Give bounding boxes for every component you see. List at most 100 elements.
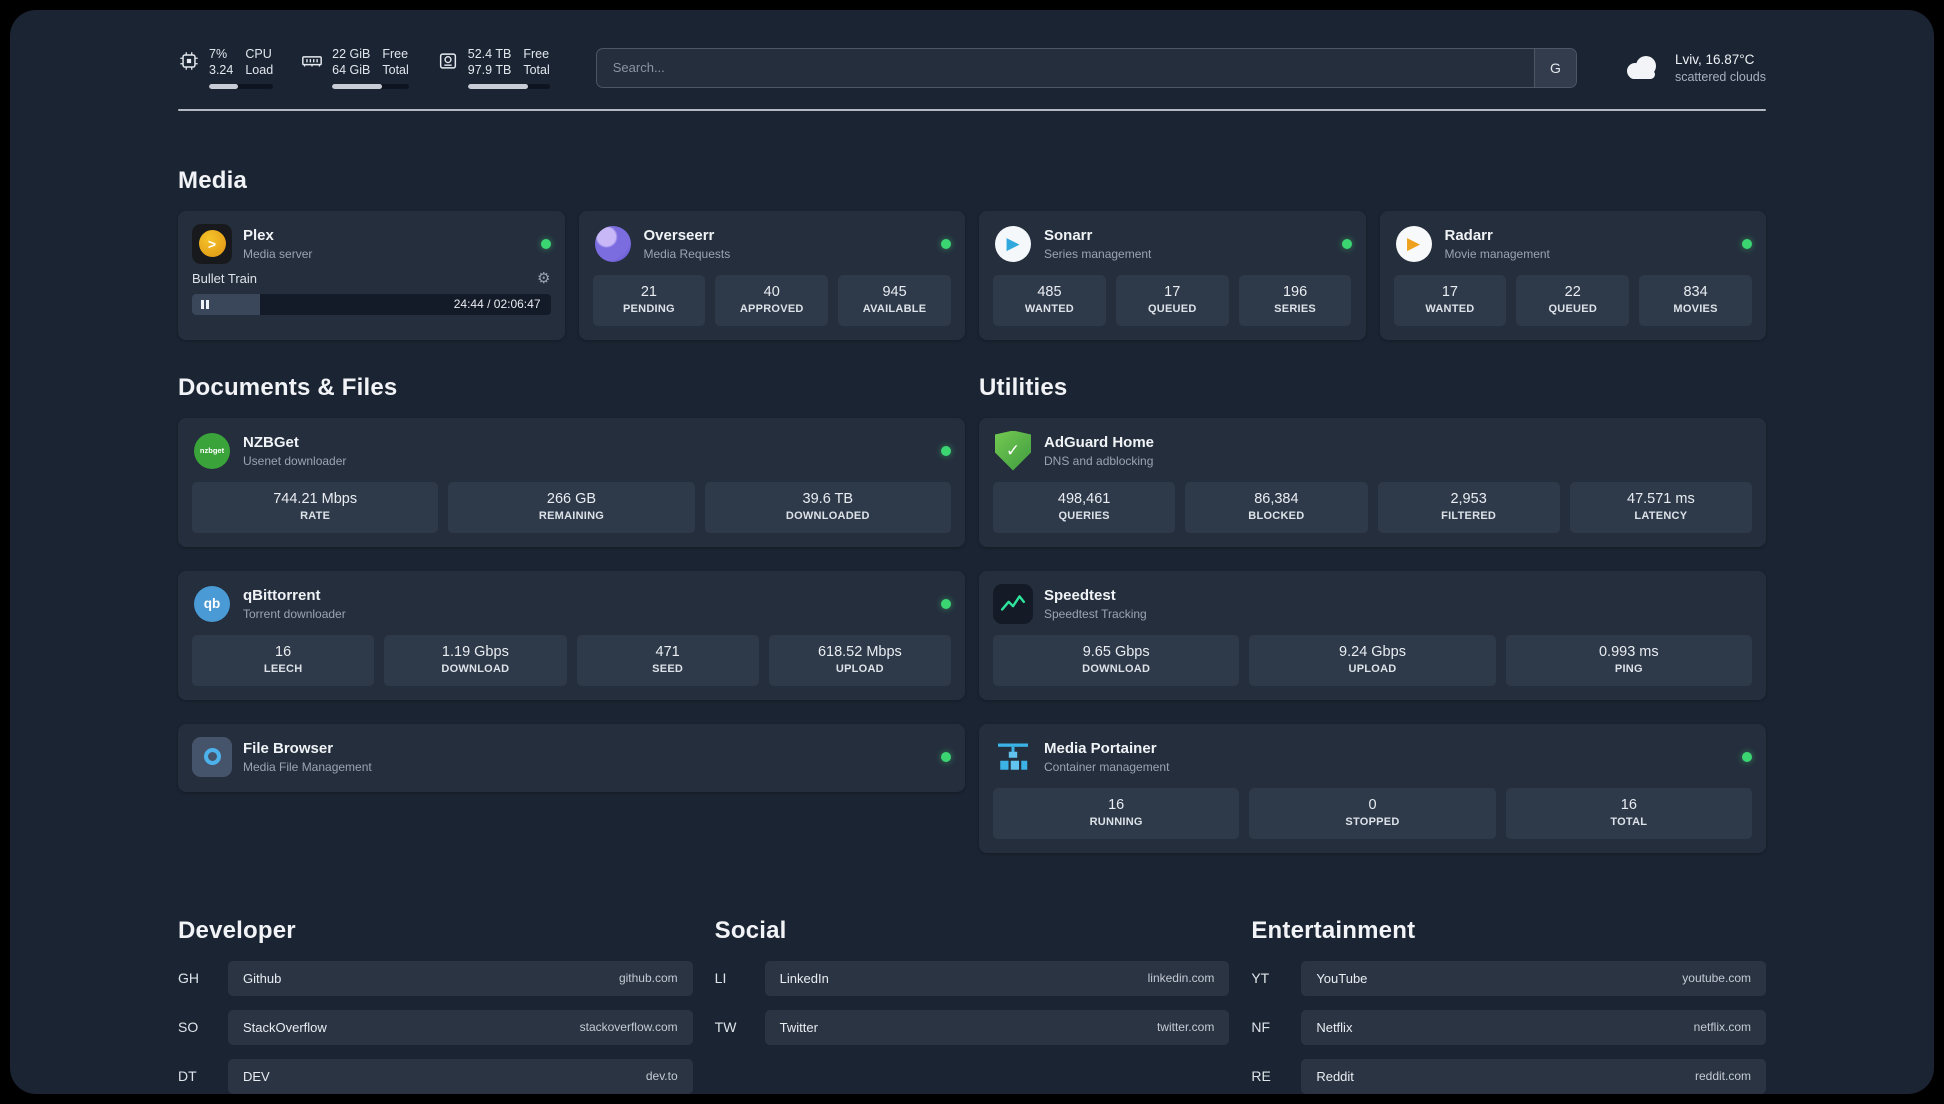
radarr-card[interactable]: ▶ Radarr Movie management 17 WANTED 22 Q… bbox=[1379, 210, 1766, 340]
stat-label: QUEUED bbox=[1147, 302, 1197, 315]
portainer-icon bbox=[993, 737, 1033, 777]
pause-icon[interactable] bbox=[201, 299, 209, 309]
now-playing-title: Bullet Train bbox=[192, 271, 258, 286]
stat-value: 2,953 bbox=[1450, 490, 1487, 507]
stat-tile: 196 SERIES bbox=[1238, 274, 1352, 326]
stat-label: REMAINING bbox=[538, 509, 605, 522]
bookmark-name: Twitter bbox=[779, 1019, 818, 1035]
cpu-widget: 7% 3.24 CPU Load bbox=[178, 46, 274, 89]
stat-label: UPLOAD bbox=[835, 662, 884, 675]
stat-value: 17 bbox=[1164, 283, 1181, 300]
bookmark-url: dev.to bbox=[645, 1069, 678, 1083]
service-subtitle: Torrent downloader bbox=[243, 606, 346, 621]
gear-icon[interactable]: ⚙ bbox=[537, 270, 550, 287]
bookmark-url: github.com bbox=[618, 971, 678, 985]
documents-section: Documents & Files nzbget NZBGet Usenet d… bbox=[178, 374, 965, 853]
service-name: File Browser bbox=[243, 739, 334, 757]
memory-progress-track bbox=[332, 84, 409, 89]
bookmark-dev[interactable]: DT DEV dev.to bbox=[178, 1058, 693, 1094]
portainer-card[interactable]: Media Portainer Container management 16 … bbox=[979, 723, 1766, 853]
stat-value: 16 bbox=[1108, 796, 1125, 813]
disk-total-label: Total bbox=[523, 63, 550, 77]
stat-value: 1.19 Gbps bbox=[441, 643, 509, 660]
stat-label: RUNNING bbox=[1089, 815, 1143, 828]
cpu-icon bbox=[180, 52, 198, 70]
stat-value: 0.993 ms bbox=[1598, 643, 1659, 660]
stat-tile: 744.21 Mbps RATE bbox=[192, 481, 439, 533]
qbittorrent-card[interactable]: qb qBittorrent Torrent downloader 16 LEE… bbox=[178, 570, 965, 700]
stat-tile: 47.571 ms LATENCY bbox=[1569, 481, 1752, 533]
bookmark-name: YouTube bbox=[1316, 970, 1368, 986]
bookmark-github[interactable]: GH Github github.com bbox=[178, 960, 693, 996]
bookmark-linkedin[interactable]: LI LinkedIn linkedin.com bbox=[715, 960, 1230, 996]
filebrowser-card[interactable]: File Browser Media File Management bbox=[178, 723, 965, 792]
bookmark-name: LinkedIn bbox=[779, 970, 829, 986]
bookmark-abbr: GH bbox=[178, 970, 199, 986]
stat-tile: 498,461 QUERIES bbox=[993, 481, 1176, 533]
service-name: NZBGet bbox=[243, 433, 299, 451]
filebrowser-icon bbox=[192, 736, 232, 777]
adguard-card[interactable]: ✓ AdGuard Home DNS and adblocking 498,46… bbox=[979, 417, 1766, 547]
service-name: Speedtest bbox=[1044, 586, 1116, 604]
plex-now-playing-widget: Bullet Train ⚙ 24:44 / 02:06:47 bbox=[192, 270, 551, 315]
bookmark-youtube[interactable]: YT YouTube youtube.com bbox=[1251, 960, 1766, 996]
stat-label: BLOCKED bbox=[1248, 509, 1305, 522]
bookmark-stackoverflow[interactable]: SO StackOverflow stackoverflow.com bbox=[178, 1009, 693, 1045]
stat-tile: 618.52 Mbps UPLOAD bbox=[768, 634, 951, 686]
stat-label: UPLOAD bbox=[1348, 662, 1397, 675]
social-heading: Social bbox=[714, 916, 787, 944]
status-dot bbox=[1742, 238, 1752, 249]
stat-tile: 266 GB REMAINING bbox=[448, 481, 695, 533]
stat-tile: 17 QUEUED bbox=[1115, 274, 1229, 326]
cloud-icon bbox=[1626, 55, 1656, 79]
overseerr-card[interactable]: Overseerr Media Requests 21 PENDING 40 A… bbox=[578, 210, 965, 340]
playback-progress-bar[interactable]: 24:44 / 02:06:47 bbox=[192, 293, 551, 315]
stat-label: PENDING bbox=[622, 302, 675, 315]
status-dot bbox=[941, 238, 951, 249]
sonarr-card[interactable]: ▶ Sonarr Series management 485 WANTED 17… bbox=[979, 210, 1366, 340]
stat-tile: 1.19 Gbps DOWNLOAD bbox=[384, 634, 567, 686]
search-input[interactable] bbox=[596, 48, 1534, 87]
stat-tile: 0 STOPPED bbox=[1249, 787, 1496, 839]
service-subtitle: Media Requests bbox=[643, 246, 731, 261]
cpu-label: CPU bbox=[245, 47, 272, 61]
bookmark-reddit[interactable]: RE Reddit reddit.com bbox=[1251, 1058, 1766, 1094]
stat-value: 834 bbox=[1683, 283, 1708, 300]
search-provider-button[interactable]: G bbox=[1533, 48, 1576, 87]
disk-progress-fill bbox=[467, 84, 529, 89]
cpu-progress-track bbox=[209, 84, 274, 89]
nzbget-card[interactable]: nzbget NZBGet Usenet downloader 744.21 M… bbox=[178, 417, 965, 547]
bookmark-twitter[interactable]: TW Twitter twitter.com bbox=[715, 1009, 1230, 1045]
service-subtitle: Media File Management bbox=[243, 759, 372, 774]
disk-widget: 52.4 TB 97.9 TB Free Total bbox=[437, 46, 550, 89]
stat-label: DOWNLOAD bbox=[1082, 662, 1151, 675]
stat-value: 40 bbox=[763, 283, 780, 300]
bookmark-url: reddit.com bbox=[1694, 1069, 1751, 1083]
memory-total-value: 64 GiB bbox=[332, 63, 371, 77]
status-dot bbox=[941, 751, 951, 762]
stat-label: STOPPED bbox=[1345, 815, 1400, 828]
stat-value: 22 bbox=[1564, 283, 1581, 300]
stat-label: DOWNLOADED bbox=[785, 509, 870, 522]
stat-label: MOVIES bbox=[1673, 302, 1718, 315]
service-subtitle: Container management bbox=[1044, 759, 1170, 774]
service-name: Plex bbox=[243, 226, 274, 244]
speedtest-card[interactable]: Speedtest Speedtest Tracking 9.65 Gbps D… bbox=[979, 570, 1766, 700]
bookmark-url: twitter.com bbox=[1156, 1020, 1215, 1034]
stat-label: QUEUED bbox=[1548, 302, 1598, 315]
cpu-load-label: Load bbox=[245, 63, 274, 77]
status-dot bbox=[941, 445, 951, 456]
documents-heading: Documents & Files bbox=[178, 373, 398, 401]
stat-tile: 17 WANTED bbox=[1393, 274, 1507, 326]
stat-label: WANTED bbox=[1024, 302, 1074, 315]
dashboard: 7% 3.24 CPU Load 22 GiB 64 GiB Free Tota… bbox=[10, 10, 1934, 1094]
stat-tile: 21 PENDING bbox=[592, 274, 706, 326]
bookmark-netflix[interactable]: NF Netflix netflix.com bbox=[1251, 1009, 1766, 1045]
stat-label: RATE bbox=[300, 509, 331, 522]
stat-tile: 945 AVAILABLE bbox=[838, 274, 951, 326]
bookmark-url: netflix.com bbox=[1693, 1020, 1751, 1034]
weather-location: Lviv, 16.87°C bbox=[1674, 51, 1755, 67]
stat-value: 471 bbox=[655, 643, 680, 660]
plex-card[interactable]: > Plex Media server Bullet Train ⚙ 24:44… bbox=[178, 210, 565, 340]
entertainment-heading: Entertainment bbox=[1251, 916, 1416, 944]
